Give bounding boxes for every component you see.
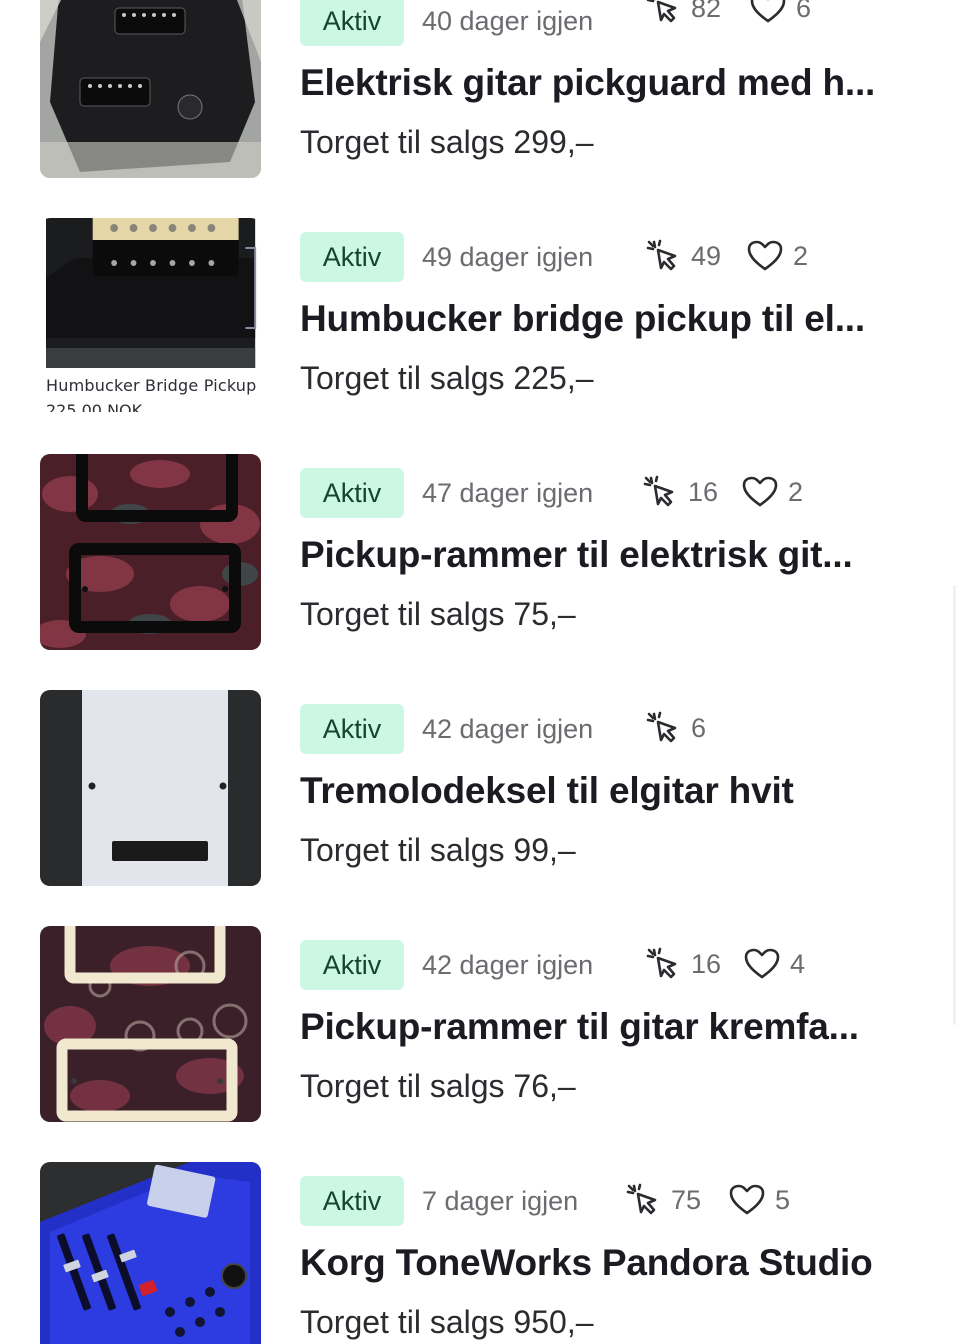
- scrollbar[interactable]: [953, 585, 956, 1025]
- listing-price: Torget til salgs 99,–: [300, 832, 576, 868]
- list-item[interactable]: Aktiv 47 dager igjen 16 2 Pickup-rammer …: [0, 454, 960, 690]
- cursor-click-icon: [646, 0, 677, 23]
- listing-title[interactable]: Pickup-rammer til elektrisk git...: [300, 534, 900, 576]
- cursor-click-icon: [626, 1183, 657, 1215]
- cursor-click-icon: [643, 475, 674, 507]
- clicks-stat: 6: [645, 708, 706, 748]
- listing-meta: Aktiv 49 dager igjen 49 2: [300, 232, 920, 282]
- list-item[interactable]: Aktiv 42 dager igjen 6 Tremolodeksel til…: [0, 690, 960, 926]
- cursor-click-icon: [646, 239, 677, 271]
- days-left: 40 dager igjen: [422, 6, 594, 36]
- likes-count: 5: [775, 1184, 791, 1215]
- status-badge: Aktiv: [300, 940, 404, 990]
- listing-meta: Aktiv 42 dager igjen 16 4: [300, 940, 920, 990]
- likes-stat: 4: [744, 944, 805, 984]
- days-left: 42 dager igjen: [422, 950, 594, 980]
- clicks-count: 82: [691, 0, 722, 23]
- cursor-click-icon: [646, 947, 677, 979]
- likes-count: 4: [790, 948, 806, 979]
- status-badge: Aktiv: [300, 704, 404, 754]
- cursor-click-icon: [646, 711, 677, 743]
- clicks-count: 75: [671, 1184, 702, 1215]
- listing-price: Torget til salgs 950,–: [300, 1304, 594, 1340]
- listing-list: Aktiv 40 dager igjen 82 6 Elektrisk gita…: [0, 0, 960, 1344]
- status-badge: Aktiv: [300, 232, 404, 282]
- listing-meta: Aktiv 47 dager igjen 16 2: [300, 468, 920, 518]
- listing-title[interactable]: Korg ToneWorks Pandora Studio: [300, 1242, 900, 1284]
- clicks-count: 6: [691, 712, 707, 743]
- likes-stat: 6: [750, 0, 811, 28]
- clicks-stat: 82: [645, 0, 721, 28]
- status-badge: Aktiv: [300, 0, 404, 46]
- listing-title[interactable]: Elektrisk gitar pickguard med h...: [300, 62, 900, 104]
- clicks-stat: 75: [625, 1180, 701, 1220]
- clicks-count: 49: [691, 240, 722, 271]
- listing-price: Torget til salgs 76,–: [300, 1068, 576, 1104]
- days-left: 7 dager igjen: [422, 1186, 579, 1216]
- status-badge: Aktiv: [300, 1176, 404, 1226]
- listing-meta: Aktiv 40 dager igjen 82 6: [300, 0, 920, 46]
- listing-image[interactable]: [40, 0, 261, 178]
- list-item[interactable]: Aktiv 7 dager igjen 75 5 Korg ToneWorks …: [0, 1162, 960, 1344]
- clicks-stat: 49: [645, 236, 721, 276]
- listing-image[interactable]: [40, 1162, 261, 1344]
- list-item[interactable]: Humbucker Bridge Pickup 225,00 NOK Aktiv…: [0, 218, 960, 454]
- likes-count: 6: [796, 0, 812, 23]
- listing-price: Torget til salgs 75,–: [300, 596, 576, 632]
- heart-icon: [750, 0, 786, 23]
- days-left: 47 dager igjen: [422, 478, 594, 508]
- listing-image[interactable]: [40, 926, 261, 1122]
- heart-icon: [747, 240, 783, 271]
- clicks-stat: 16: [642, 472, 718, 512]
- clicks-count: 16: [688, 476, 719, 507]
- listing-image[interactable]: [40, 454, 261, 650]
- listing-price: Torget til salgs 299,–: [300, 124, 594, 160]
- listing-title[interactable]: Tremolodeksel til elgitar hvit: [300, 770, 900, 812]
- heart-icon: [729, 1184, 765, 1215]
- listing-image[interactable]: [40, 690, 261, 886]
- list-item[interactable]: Aktiv 42 dager igjen 16 4 Pickup-rammer …: [0, 926, 960, 1162]
- clicks-stat: 16: [645, 944, 721, 984]
- listing-title[interactable]: Humbucker bridge pickup til el...: [300, 298, 900, 340]
- heart-icon: [744, 948, 780, 979]
- likes-stat: 2: [742, 472, 803, 512]
- likes-count: 2: [793, 240, 809, 271]
- listing-meta: Aktiv 42 dager igjen 6: [300, 704, 920, 754]
- list-item[interactable]: Aktiv 40 dager igjen 82 6 Elektrisk gita…: [0, 0, 960, 218]
- listing-meta: Aktiv 7 dager igjen 75 5: [300, 1176, 920, 1226]
- likes-stat: 5: [729, 1180, 790, 1220]
- days-left: 49 dager igjen: [422, 242, 594, 272]
- heart-icon: [742, 476, 778, 507]
- status-badge: Aktiv: [300, 468, 404, 518]
- likes-stat: 2: [747, 236, 808, 276]
- listing-image[interactable]: Humbucker Bridge Pickup 225,00 NOK: [40, 218, 261, 414]
- image-caption: Humbucker Bridge Pickup: [46, 376, 257, 395]
- listing-price: Torget til salgs 225,–: [300, 360, 594, 396]
- clicks-count: 16: [691, 948, 722, 979]
- likes-count: 2: [788, 476, 804, 507]
- listing-title[interactable]: Pickup-rammer til gitar kremfa...: [300, 1006, 900, 1048]
- image-caption-price: 225,00 NOK: [46, 402, 143, 412]
- days-left: 42 dager igjen: [422, 714, 594, 744]
